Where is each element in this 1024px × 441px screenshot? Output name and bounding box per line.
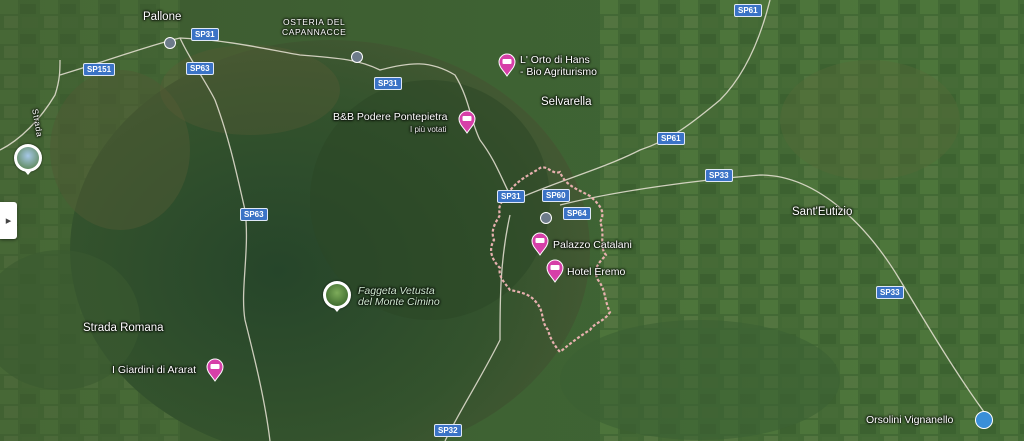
side-panel-toggle[interactable]: ▸ — [0, 202, 17, 239]
place-label-strada-romana: Strada Romana — [83, 322, 164, 334]
shop-icon[interactable] — [975, 411, 993, 429]
place-label-selvarella: Selvarella — [541, 96, 592, 108]
photo-marker-icon[interactable] — [14, 144, 42, 175]
lodging-pin-pontepietra-icon[interactable] — [457, 110, 477, 134]
bus-stop-icon[interactable] — [351, 51, 363, 63]
poi-label-pontepietra[interactable]: B&B Podere Pontepietra — [333, 111, 447, 123]
road-shield-sp64: SP64 — [563, 207, 591, 220]
poi-label-orto[interactable]: L' Orto di Hans - Bio Agriturismo — [520, 54, 597, 78]
road-shield-sp60: SP60 — [542, 189, 570, 202]
poi-label-catalani[interactable]: Palazzo Catalani — [553, 239, 632, 251]
poi-label-eremo[interactable]: Hotel Eremo — [567, 266, 625, 278]
place-label-pallone: Pallone — [143, 11, 182, 23]
road-shield-sp31: SP31 — [191, 28, 219, 41]
lodging-pin-orto-icon[interactable] — [497, 53, 517, 77]
road-shield-sp33: SP33 — [705, 169, 733, 182]
place-label-sant-eutizio: Sant'Eutizio — [792, 206, 853, 218]
road-shield-sp32: SP32 — [434, 424, 462, 437]
lodging-pin-catalani-icon[interactable] — [530, 232, 550, 256]
bus-stop-icon[interactable] — [540, 212, 552, 224]
road-shield-sp31: SP31 — [497, 190, 525, 203]
park-label-faggeta[interactable]: Faggeta Vetusta del Monte Cimino — [358, 286, 440, 308]
road-shield-sp61: SP61 — [734, 4, 762, 17]
poi-sublabel-pontepietra: I più votati — [410, 125, 447, 134]
lodging-pin-eremo-icon[interactable] — [545, 259, 565, 283]
bus-stop-icon[interactable] — [164, 37, 176, 49]
road-shield-sp63: SP63 — [240, 208, 268, 221]
road-shield-sp31: SP31 — [374, 77, 402, 90]
road-shield-sp63: SP63 — [186, 62, 214, 75]
road-shield-sp61: SP61 — [657, 132, 685, 145]
lodging-pin-ararat-icon[interactable] — [205, 358, 225, 382]
road-shield-sp151: SP151 — [83, 63, 116, 76]
place-label-orsolini: Orsolini Vignanello — [866, 414, 954, 426]
place-label-osteria: OSTERIA DEL CAPANNACCE — [282, 17, 347, 37]
chevron-right-icon: ▸ — [5, 215, 12, 227]
road-shield-sp33: SP33 — [876, 286, 904, 299]
park-marker-icon[interactable] — [323, 281, 351, 312]
poi-label-ararat[interactable]: I Giardini di Ararat — [112, 364, 196, 376]
